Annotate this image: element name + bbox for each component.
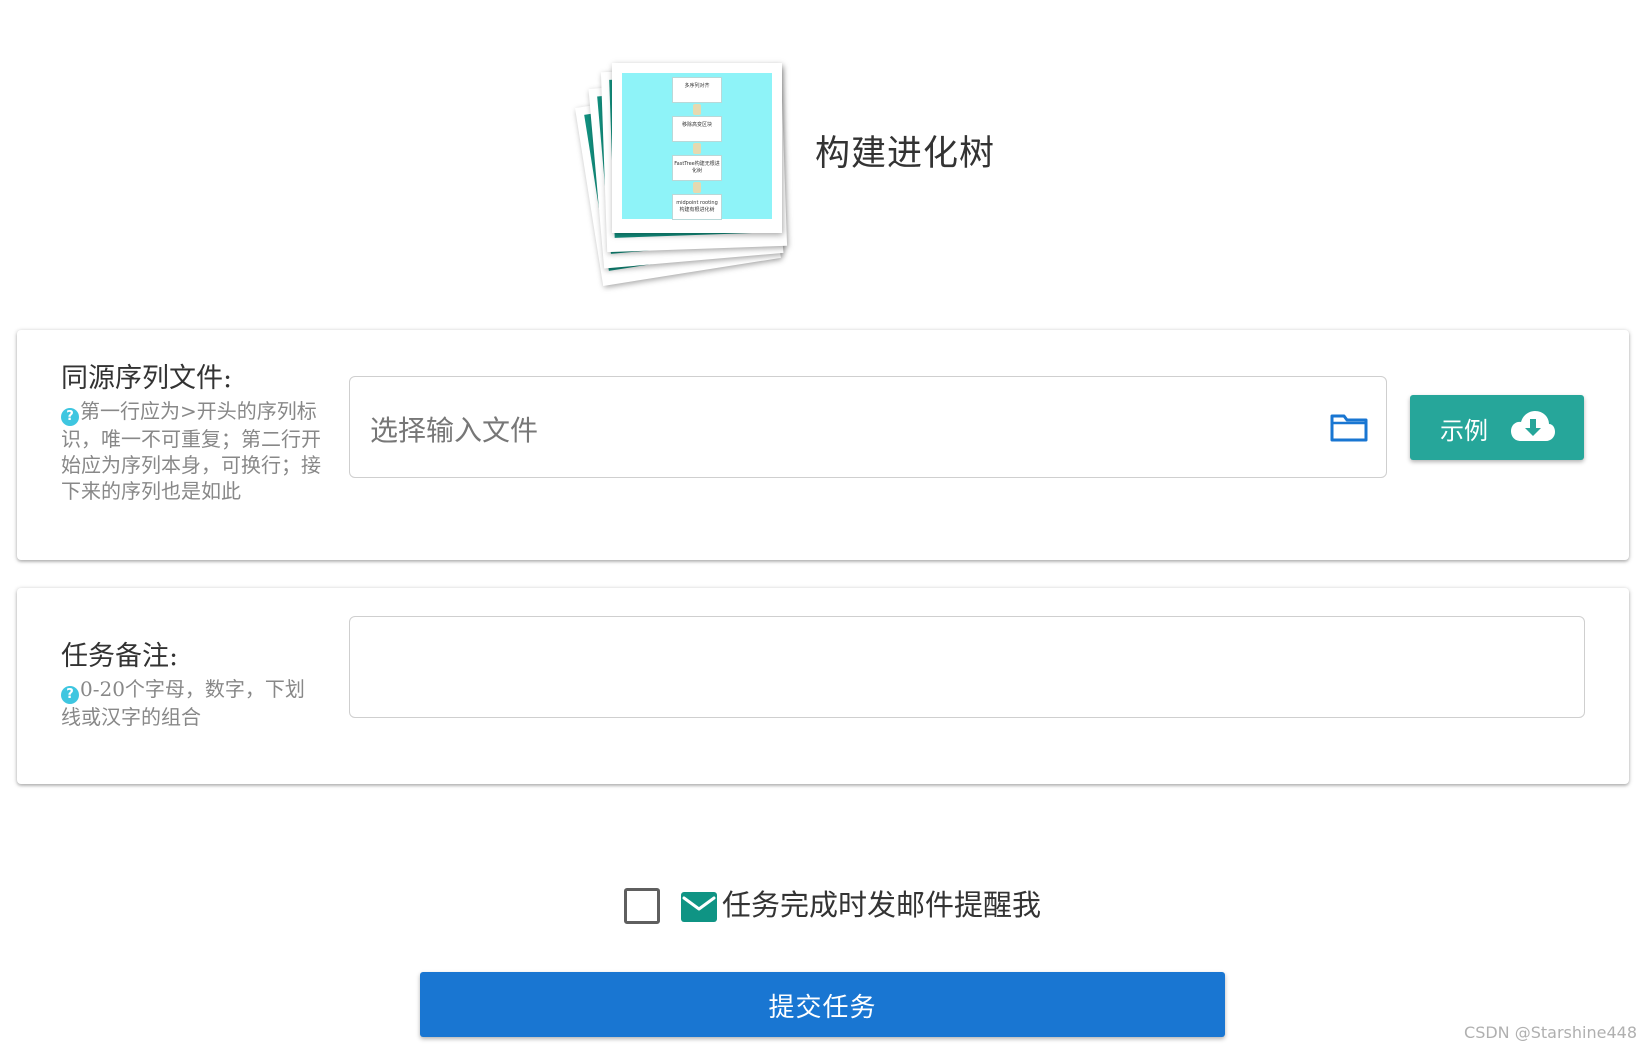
- page-header: 多序列对齐 移除高变区块 FastTree构建无根进化树 midpoint ro…: [575, 55, 1100, 286]
- email-reminder-row: 任务完成时发邮件提醒我: [624, 882, 1064, 924]
- flow-step-1: 多序列对齐: [672, 77, 722, 103]
- example-button-label: 示例: [1440, 417, 1488, 445]
- folder-icon[interactable]: [1330, 411, 1368, 443]
- page-title: 构建进化树: [815, 134, 996, 174]
- flowchart: 多序列对齐 移除高变区块 FastTree构建无根进化树 midpoint ro…: [622, 73, 772, 220]
- flow-arrow: [693, 182, 701, 193]
- sequence-file-label: 同源序列文件:: [61, 363, 233, 394]
- flowchart-thumbnail: 多序列对齐 移除高变区块 FastTree构建无根进化树 midpoint ro…: [575, 55, 810, 286]
- watermark: CSDN @Starshine448: [1464, 1023, 1637, 1042]
- task-note-label: 任务备注:: [61, 641, 179, 672]
- task-note-card: 任务备注: ? 0-20个字母，数字，下划线或汉字的组合: [17, 588, 1629, 784]
- flow-step-4: midpoint rooting 构建有根进化树: [672, 194, 722, 220]
- cloud-download-icon: [1511, 411, 1555, 441]
- flow-step-3: FastTree构建无根进化树: [672, 155, 722, 181]
- submit-button[interactable]: 提交任务: [420, 972, 1225, 1037]
- example-button[interactable]: 示例: [1410, 395, 1584, 460]
- flow-arrow: [693, 143, 701, 154]
- task-note-input[interactable]: [349, 616, 1585, 718]
- photo-front: 多序列对齐 移除高变区块 FastTree构建无根进化树 midpoint ro…: [612, 63, 782, 233]
- email-reminder-label[interactable]: 任务完成时发邮件提醒我: [722, 882, 1041, 924]
- flow-arrow: [693, 104, 701, 115]
- file-input[interactable]: 选择输入文件: [349, 376, 1387, 478]
- help-icon: ?: [61, 686, 79, 704]
- sequence-file-hint: ? 第一行应为>开头的序列标识，唯一不可重复；第二行开始应为序列本身，可换行；接下…: [61, 398, 321, 504]
- sequence-file-card: 同源序列文件: ? 第一行应为>开头的序列标识，唯一不可重复；第二行开始应为序列本…: [17, 330, 1629, 560]
- mail-icon: [681, 892, 717, 922]
- submit-button-label: 提交任务: [768, 993, 877, 1023]
- file-input-placeholder: 选择输入文件: [370, 414, 539, 447]
- flow-step-2: 移除高变区块: [672, 116, 722, 142]
- sequence-file-hint-text: 第一行应为>开头的序列标识，唯一不可重复；第二行开始应为序列本身，可换行；接下来…: [61, 399, 321, 503]
- email-reminder-checkbox[interactable]: [624, 888, 660, 924]
- task-note-hint-text: 0-20个字母，数字，下划线或汉字的组合: [61, 677, 305, 729]
- help-icon: ?: [61, 408, 79, 426]
- task-note-hint: ? 0-20个字母，数字，下划线或汉字的组合: [61, 676, 321, 730]
